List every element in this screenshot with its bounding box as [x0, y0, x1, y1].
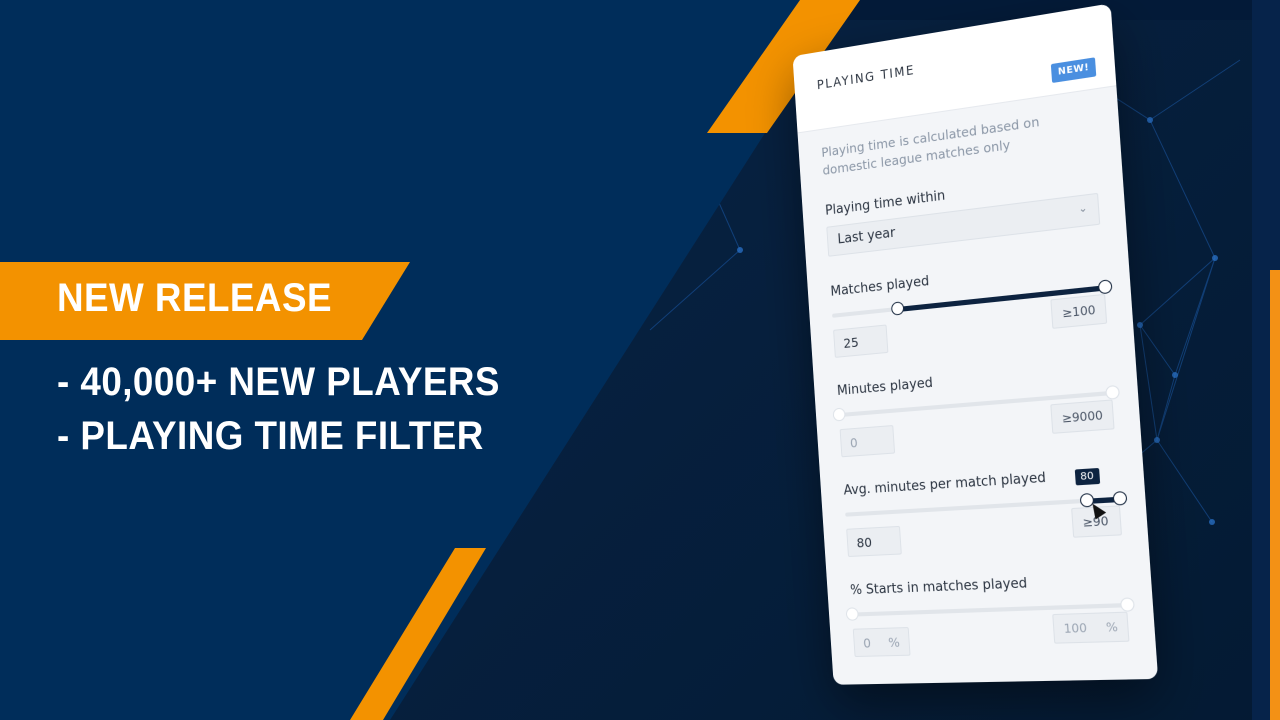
min-value: 25 [842, 334, 860, 351]
feature-playing-time-filter: - PLAYING TIME FILTER [57, 414, 484, 458]
card-body: Playing time is calculated based on dome… [798, 86, 1159, 685]
min-value: 0 [849, 434, 859, 451]
range-max-handle[interactable] [1097, 279, 1113, 295]
slider-percent-starts: % Starts in matches played 0 % 100 % [845, 572, 1135, 658]
range-min-handle[interactable] [890, 301, 904, 316]
card-title: PLAYING TIME [816, 62, 916, 93]
min-input[interactable]: 0 % [852, 626, 911, 658]
chevron-down-icon: ⌄ [1078, 202, 1088, 216]
max-input[interactable]: ≥100 [1050, 293, 1108, 329]
max-value: 100 [1063, 620, 1088, 636]
range-max-handle[interactable] [1104, 384, 1120, 400]
period-selected-value: Last year [837, 225, 896, 248]
max-value: ≥9000 [1061, 407, 1104, 426]
max-input[interactable]: 100 % [1052, 611, 1130, 644]
min-value: 80 [856, 534, 873, 551]
min-input[interactable]: 0 [839, 425, 896, 458]
range-max-handle[interactable] [1119, 597, 1135, 612]
min-value: 0 [862, 635, 872, 651]
value-tooltip: 80 [1074, 467, 1100, 486]
unit-label: % [887, 634, 901, 651]
range-min-handle[interactable] [832, 407, 846, 422]
slider-minutes-played: Minutes played 0 ≥9000 [832, 360, 1120, 458]
slider-matches-played: Matches played 25 ≥100 [830, 254, 1113, 358]
playing-time-filter-card-wrap: PLAYING TIME NEW! Playing time is calcul… [792, 3, 1159, 685]
slider-avg-minutes-per-match: Avg. minutes per match played 80 80 ≥90 [843, 466, 1127, 558]
min-input[interactable]: 80 [846, 525, 902, 558]
range-min-handle[interactable] [845, 607, 859, 621]
max-input[interactable]: ≥9000 [1050, 399, 1115, 434]
right-edge-orange-stripe [1270, 270, 1280, 720]
feature-new-players: - 40,000+ NEW PLAYERS [57, 360, 500, 404]
min-input[interactable]: 25 [833, 324, 889, 358]
new-badge: NEW! [1051, 57, 1097, 83]
range-max-handle[interactable] [1111, 490, 1127, 506]
max-value: ≥100 [1061, 302, 1097, 321]
banner-title: NEW RELEASE [57, 276, 332, 320]
slider-label: % Starts in matches played [849, 575, 1028, 599]
playing-time-filter-card: PLAYING TIME NEW! Playing time is calcul… [792, 3, 1159, 685]
unit-label: % [1105, 619, 1119, 635]
slider-label: Minutes played [836, 375, 934, 400]
